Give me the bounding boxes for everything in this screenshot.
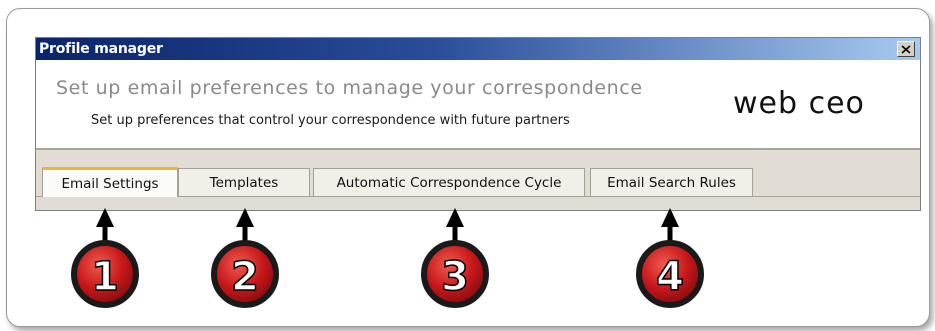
webceo-logo: web ceo [733, 86, 865, 121]
header-subtitle: Set up preferences that control your cor… [91, 113, 570, 128]
tab-strip: Email Settings Templates Automatic Corre… [36, 150, 920, 210]
tab-label: Templates [209, 174, 279, 191]
tab-email-settings[interactable]: Email Settings [42, 167, 178, 197]
tab-label: Email Search Rules [607, 174, 736, 191]
tab-label: Automatic Correspondence Cycle [336, 174, 562, 191]
title-bar: Profile manager [36, 38, 920, 60]
header-panel: Set up email preferences to manage your … [36, 60, 920, 150]
close-icon [901, 44, 911, 54]
tab-email-search-rules[interactable]: Email Search Rules [590, 168, 753, 196]
tab-automatic-correspondence-cycle[interactable]: Automatic Correspondence Cycle [313, 168, 585, 196]
header-title: Set up email preferences to manage your … [56, 77, 643, 99]
profile-manager-window: Profile manager Set up email preferences… [35, 37, 921, 211]
window-title: Profile manager [39, 41, 163, 57]
tab-templates[interactable]: Templates [178, 168, 310, 196]
tab-label: Email Settings [61, 175, 159, 192]
close-button[interactable] [897, 41, 915, 57]
